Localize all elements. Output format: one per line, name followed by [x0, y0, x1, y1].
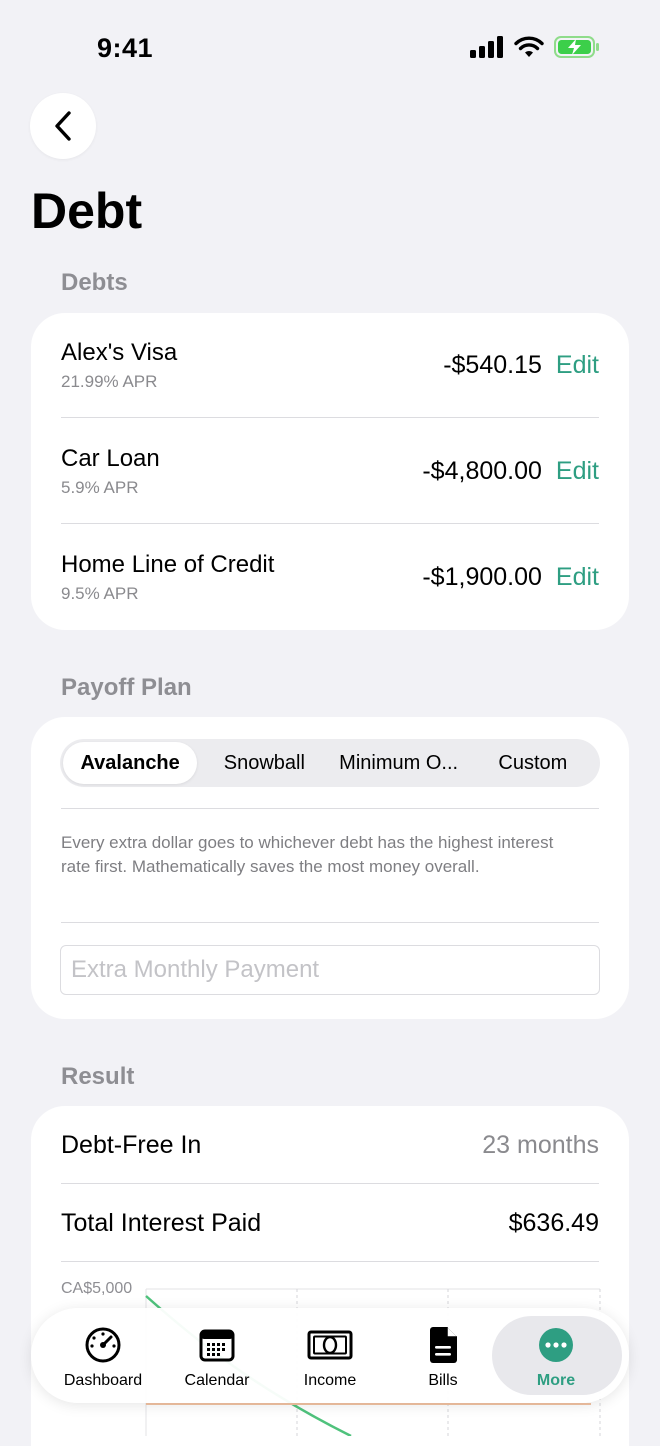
back-button[interactable]	[30, 93, 96, 159]
divider	[61, 1261, 599, 1262]
debt-free-row: Debt-Free In 23 months	[61, 1106, 599, 1184]
tab-dashboard[interactable]: Dashboard	[43, 1308, 163, 1403]
debt-free-value: 23 months	[482, 1130, 599, 1159]
debt-apr: 21.99% APR	[61, 372, 158, 391]
debt-amount: -$4,800.00	[422, 457, 542, 485]
segment-minimum-only[interactable]: Minimum O...	[332, 742, 466, 784]
edit-debt-button[interactable]: Edit	[556, 457, 599, 486]
tab-bills[interactable]: Bills	[383, 1308, 503, 1403]
speedometer-icon	[85, 1327, 121, 1363]
cellular-signal-icon	[470, 36, 503, 58]
segment-custom[interactable]: Custom	[466, 742, 600, 784]
debts-card: Alex's Visa 21.99% APR -$540.15 Edit Car…	[31, 313, 629, 630]
tab-income[interactable]: Income	[270, 1308, 390, 1403]
payoff-section-title: Payoff Plan	[61, 674, 192, 701]
payoff-plan-card: Avalanche Snowball Minimum O... Custom E…	[31, 717, 629, 1019]
tab-label: Calendar	[184, 1372, 250, 1389]
tab-more[interactable]: More	[496, 1308, 616, 1403]
tab-label: Bills	[428, 1372, 458, 1389]
debt-free-label: Debt-Free In	[61, 1130, 202, 1159]
tab-label: Income	[303, 1372, 357, 1389]
result-section-title: Result	[61, 1063, 135, 1090]
debt-amount: -$1,900.00	[422, 563, 542, 591]
edit-debt-button[interactable]: Edit	[556, 351, 599, 380]
debt-row-car-loan: Car Loan 5.9% APR -$4,800.00 Edit	[61, 419, 599, 525]
tab-label: Dashboard	[63, 1372, 143, 1389]
ellipsis-circle-icon	[539, 1328, 573, 1362]
tab-bar: Dashboard Calendar Income Bills More	[31, 1308, 629, 1403]
divider	[61, 417, 599, 418]
extra-monthly-payment-input[interactable]	[60, 945, 600, 995]
debt-amount: -$540.15	[443, 351, 542, 379]
debt-name: Home Line of Credit	[61, 551, 275, 578]
tab-calendar[interactable]: Calendar	[157, 1308, 277, 1403]
total-interest-label: Total Interest Paid	[61, 1208, 262, 1237]
page-title: Debt	[31, 183, 143, 239]
segment-avalanche[interactable]: Avalanche	[63, 742, 198, 784]
total-interest-row: Total Interest Paid $636.49	[61, 1184, 599, 1262]
debt-apr: 9.5% APR	[61, 584, 139, 603]
debt-row-home-line-of-credit: Home Line of Credit 9.5% APR -$1,900.00 …	[61, 525, 599, 630]
payoff-method-segmented-control: Avalanche Snowball Minimum O... Custom	[60, 739, 600, 787]
chevron-left-icon	[55, 111, 71, 141]
status-bar: 9:41	[0, 0, 660, 90]
battery-charging-icon	[554, 36, 599, 58]
status-time: 9:41	[97, 33, 154, 63]
wifi-icon	[514, 36, 544, 57]
edit-debt-button[interactable]: Edit	[556, 563, 599, 592]
debt-name: Car Loan	[61, 445, 160, 472]
segment-snowball[interactable]: Snowball	[197, 742, 331, 784]
divider	[61, 922, 599, 923]
total-interest-value: $636.49	[508, 1208, 599, 1237]
calendar-icon	[199, 1329, 235, 1362]
debts-section-title: Debts	[61, 269, 128, 296]
divider	[61, 523, 599, 524]
document-icon	[430, 1327, 457, 1363]
debt-apr: 5.9% APR	[61, 478, 139, 497]
banknote-icon	[307, 1330, 353, 1360]
debt-name: Alex's Visa	[61, 339, 178, 366]
payoff-description: Every extra dollar goes to whichever deb…	[61, 833, 554, 876]
status-icons	[470, 36, 600, 58]
tab-label: More	[536, 1372, 576, 1389]
debt-row-alexs-visa: Alex's Visa 21.99% APR -$540.15 Edit	[61, 313, 599, 419]
divider	[61, 808, 599, 809]
